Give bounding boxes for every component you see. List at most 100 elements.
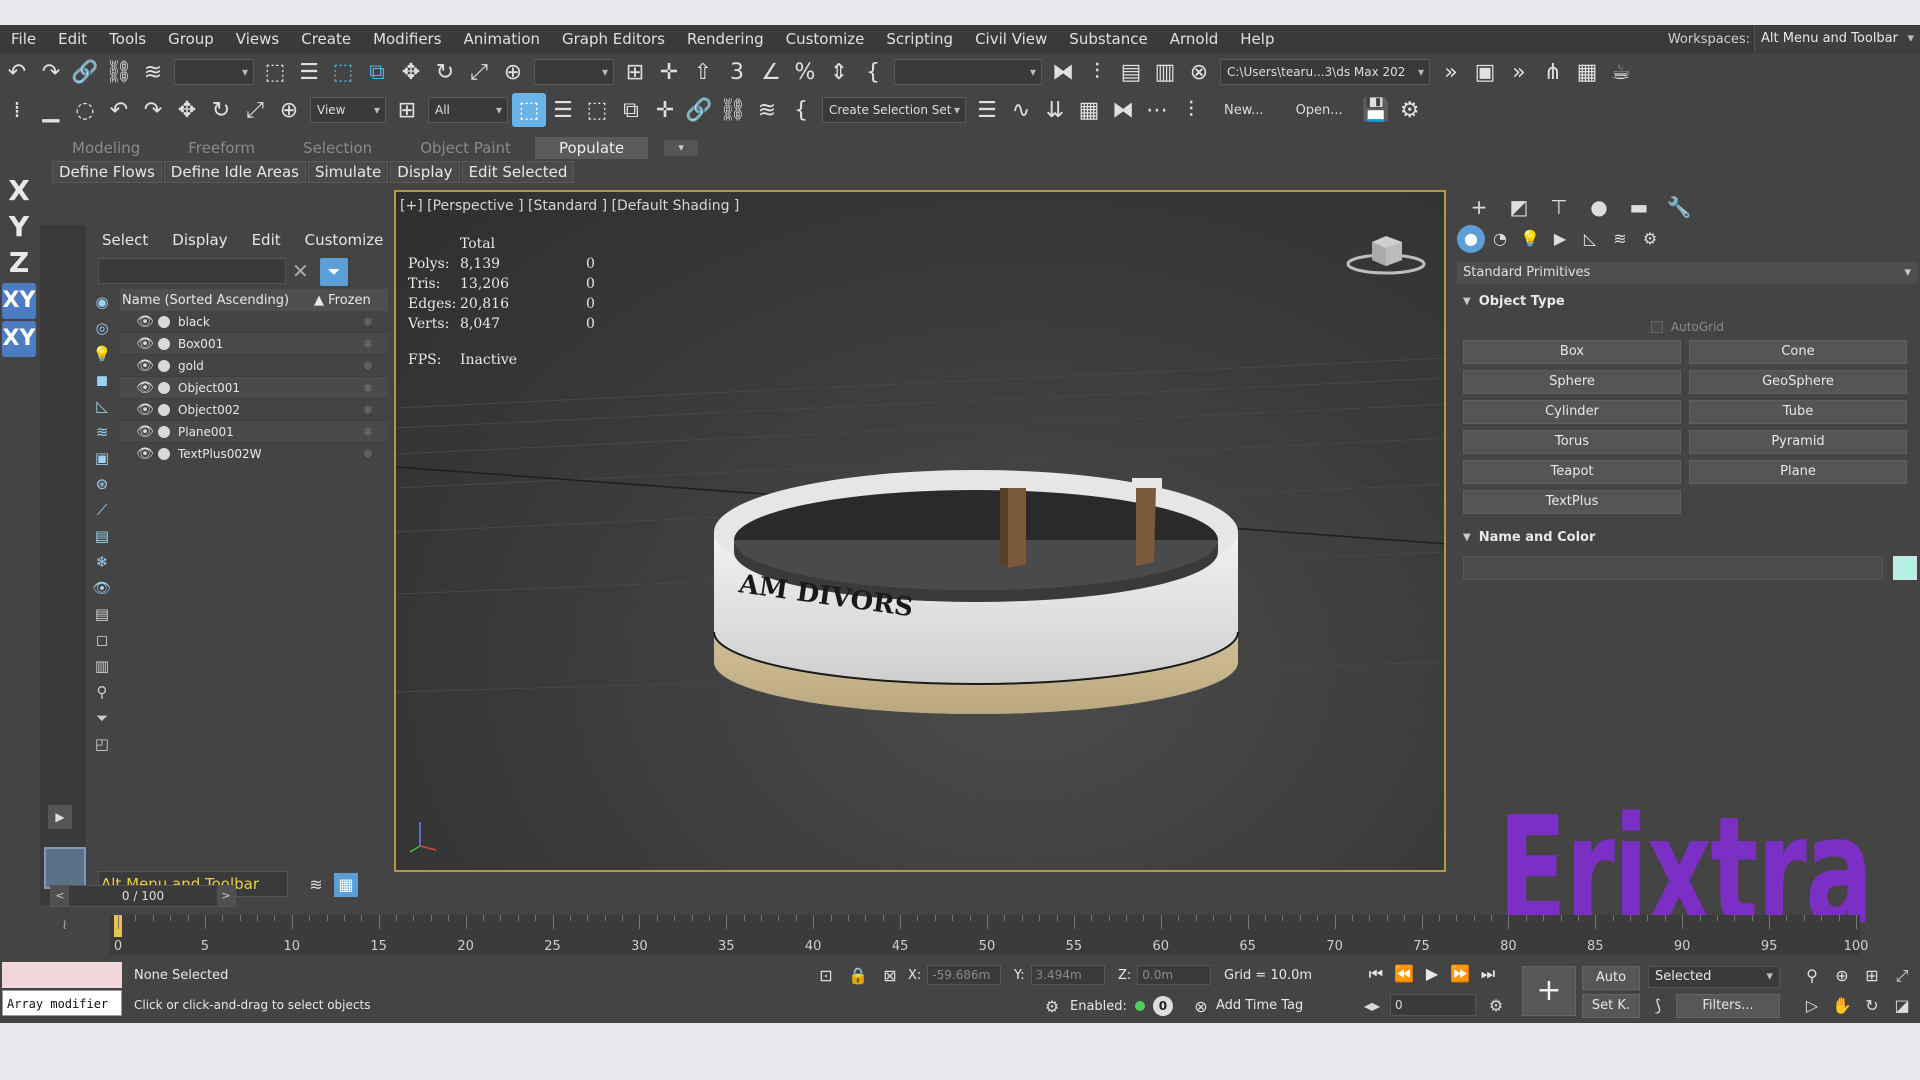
link-2-icon[interactable]: 🔗 bbox=[682, 93, 716, 127]
project-path-dropdown[interactable]: C:\Users\tearu...3\ds Max 202 bbox=[1220, 59, 1430, 85]
filter-helpers-icon[interactable]: ◺ bbox=[90, 393, 114, 419]
primitive-plane-button[interactable]: Plane bbox=[1689, 460, 1907, 484]
frozen-toggle-icon[interactable]: ❄ bbox=[348, 425, 388, 439]
menu-edit[interactable]: Edit bbox=[47, 30, 98, 48]
key-filters-button[interactable]: Filters... bbox=[1676, 994, 1780, 1018]
maxscript-listener-input[interactable]: Array modifier bbox=[2, 990, 122, 1016]
geometry-category-icon[interactable]: ● bbox=[1457, 225, 1485, 253]
primitive-cone-button[interactable]: Cone bbox=[1689, 340, 1907, 364]
unlink-icon[interactable]: ⛓ bbox=[102, 55, 136, 89]
all-filter-dropdown[interactable]: All bbox=[428, 97, 508, 123]
primitive-sphere-button[interactable]: Sphere bbox=[1463, 370, 1681, 394]
z-value-field[interactable]: 0.0m bbox=[1137, 965, 1212, 985]
unlink-2-icon[interactable]: ⛓ bbox=[716, 93, 750, 127]
select-object-icon[interactable]: ⬚ bbox=[258, 55, 292, 89]
object-name-field[interactable] bbox=[1463, 556, 1883, 580]
percent-snap-icon[interactable]: % bbox=[788, 55, 822, 89]
zoom-all-icon[interactable]: ⊕ bbox=[1830, 966, 1854, 985]
axis-z-button[interactable]: Z bbox=[0, 245, 38, 281]
visibility-eye-icon[interactable]: 👁 bbox=[134, 314, 156, 330]
renderable-dot-icon[interactable] bbox=[158, 381, 170, 394]
goto-start-icon[interactable]: ⏮ bbox=[1362, 964, 1390, 984]
pivot-icon[interactable]: ⊞ bbox=[390, 93, 424, 127]
table-row[interactable]: 👁 black ❄ bbox=[120, 311, 388, 333]
table-row[interactable]: 👁 TextPlus002W ❄ bbox=[120, 443, 388, 465]
menu-substance[interactable]: Substance bbox=[1058, 30, 1158, 48]
col-name-header[interactable]: Name (Sorted Ascending) bbox=[120, 293, 314, 308]
filter-hidden-icon[interactable]: 👁 bbox=[90, 575, 114, 601]
table-row[interactable]: 👁 Object002 ❄ bbox=[120, 399, 388, 421]
set-key-big-button[interactable]: + bbox=[1522, 966, 1576, 1016]
frozen-toggle-icon[interactable]: ❄ bbox=[348, 447, 388, 461]
menu-customize[interactable]: Customize bbox=[775, 30, 876, 48]
toggle-scene-explorer-icon[interactable]: ▤ bbox=[1114, 55, 1148, 89]
visibility-eye-icon[interactable]: 👁 bbox=[134, 402, 156, 418]
filter-groups-icon[interactable]: ▣ bbox=[90, 445, 114, 471]
systems-category-icon[interactable]: ⚙ bbox=[1635, 225, 1665, 253]
explorer-menu-customize[interactable]: Customize bbox=[293, 231, 396, 249]
table-row[interactable]: 👁 Box001 ❄ bbox=[120, 333, 388, 355]
key-filter-dropdown[interactable]: Selected bbox=[1648, 966, 1780, 988]
select-manipulate-icon[interactable]: ✛ bbox=[652, 55, 686, 89]
mirror-icon[interactable]: ⧓ bbox=[1046, 55, 1080, 89]
axis-x-button[interactable]: X bbox=[0, 173, 38, 209]
more-tools-icon[interactable]: » bbox=[1434, 55, 1468, 89]
select-object-active-icon[interactable]: ⬚ bbox=[512, 93, 546, 127]
ribbon-tab-populate[interactable]: Populate bbox=[534, 137, 649, 159]
explorer-menu-display[interactable]: Display bbox=[160, 231, 239, 249]
manipulate-2-icon[interactable]: ✛ bbox=[648, 93, 682, 127]
y-value-field[interactable]: 3.494m bbox=[1030, 965, 1105, 985]
curve-editor-icon[interactable]: ∿ bbox=[1004, 93, 1038, 127]
viewcube-icon[interactable] bbox=[1344, 228, 1428, 276]
spinner-snap-icon[interactable]: ⇕ bbox=[822, 55, 856, 89]
mini-curve-editor-icon[interactable]: ≀ bbox=[62, 917, 67, 933]
menu-graph-editors[interactable]: Graph Editors bbox=[551, 30, 676, 48]
time-slider[interactable]: < 0 / 100 > bbox=[50, 885, 236, 907]
menu-create[interactable]: Create bbox=[290, 30, 362, 48]
maxscript-listener-output[interactable] bbox=[2, 962, 122, 988]
renderable-dot-icon[interactable] bbox=[158, 315, 170, 328]
material-editor-icon[interactable]: ⊗ bbox=[1182, 55, 1216, 89]
prev-frame-icon[interactable]: ⏪ bbox=[1390, 964, 1418, 984]
schematic-view-icon[interactable]: ▦ bbox=[1072, 93, 1106, 127]
object-type-rollout[interactable]: ▼ Object Type bbox=[1455, 288, 1920, 314]
place-2-icon[interactable]: ⊕ bbox=[272, 93, 306, 127]
renderable-dot-icon[interactable] bbox=[158, 403, 170, 416]
menu-group[interactable]: Group bbox=[157, 30, 225, 48]
primitive-category-dropdown[interactable]: Standard Primitives bbox=[1457, 262, 1917, 284]
workspaces-dropdown[interactable]: Alt Menu and Toolbar bbox=[1754, 26, 1920, 52]
filter-bones-icon[interactable]: ⟋ bbox=[90, 497, 114, 523]
filter-spacewarps-icon[interactable]: ≋ bbox=[90, 419, 114, 445]
bind-2-icon[interactable]: ≋ bbox=[750, 93, 784, 127]
layer-icon[interactable]: ◰ bbox=[90, 731, 114, 757]
bind-spacewarp-icon[interactable]: ≋ bbox=[136, 55, 170, 89]
display-none-icon[interactable]: ◻ bbox=[90, 627, 114, 653]
pan-icon[interactable]: ✋ bbox=[1830, 996, 1854, 1015]
frozen-toggle-icon[interactable]: ❄ bbox=[348, 381, 388, 395]
funnel-icon[interactable]: ⏷ bbox=[90, 705, 114, 731]
table-row[interactable]: 👁 Object001 ❄ bbox=[120, 377, 388, 399]
render-setup-icon[interactable]: ▣ bbox=[1468, 55, 1502, 89]
layers-icon[interactable]: ☰ bbox=[970, 93, 1004, 127]
invert-display-icon[interactable]: ▥ bbox=[90, 653, 114, 679]
add-time-tag[interactable]: Add Time Tag bbox=[1216, 998, 1303, 1013]
explorer-menu-edit[interactable]: Edit bbox=[240, 231, 293, 249]
track-bar[interactable]: 0 5 10 15 20 25 30 35 40 45 50 55 60 65 70 75 80 85 90 95 10… bbox=[110, 915, 1868, 955]
edit-named-sets-icon[interactable]: { bbox=[856, 55, 890, 89]
spacewarps-category-icon[interactable]: ≋ bbox=[1605, 225, 1635, 253]
filter-geometry-icon[interactable]: ◉ bbox=[90, 289, 114, 315]
ribbon-tab-modeling[interactable]: Modeling bbox=[48, 137, 164, 159]
visibility-eye-icon[interactable]: 👁 bbox=[134, 336, 156, 352]
col-frozen-header[interactable]: ▲ Frozen bbox=[314, 293, 388, 308]
open-scene-button[interactable]: Open... bbox=[1280, 103, 1359, 118]
window-crossing-icon[interactable]: ⧉ bbox=[360, 55, 394, 89]
scale-2-icon[interactable]: ⤢ bbox=[238, 93, 272, 127]
prev-frame-arrow[interactable]: < bbox=[51, 886, 69, 906]
rect-select-2-icon[interactable]: ⬚ bbox=[580, 93, 614, 127]
goto-end-icon[interactable]: ⏭ bbox=[1474, 964, 1502, 984]
display-tab-icon[interactable]: ▬ bbox=[1619, 195, 1659, 219]
ribbon-tab-freeform[interactable]: Freeform bbox=[164, 137, 279, 159]
play-icon[interactable]: ▶ bbox=[1418, 964, 1446, 984]
filter-lights-icon[interactable]: 💡 bbox=[90, 341, 114, 367]
modify-tab-icon[interactable]: ◩ bbox=[1499, 195, 1539, 219]
